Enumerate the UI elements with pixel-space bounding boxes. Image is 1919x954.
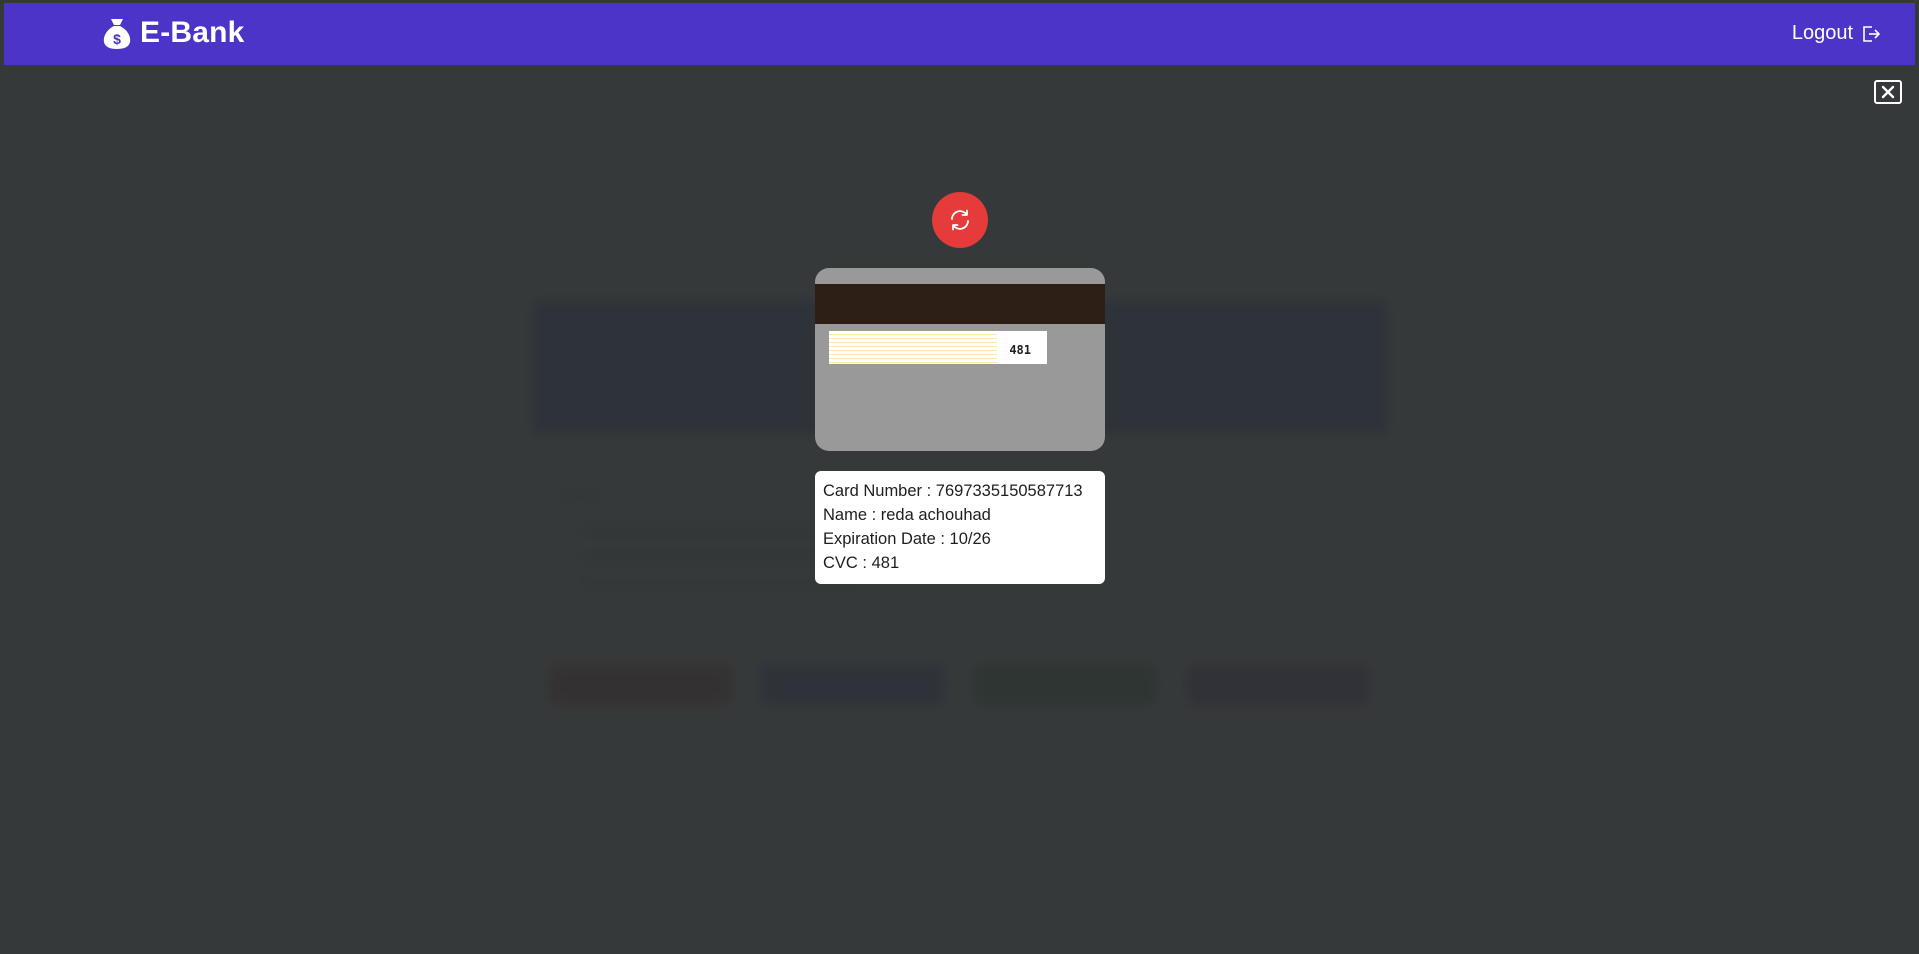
close-icon xyxy=(1881,85,1895,99)
money-bag-icon: $ xyxy=(103,19,131,49)
logout-button[interactable]: Logout xyxy=(1792,22,1881,45)
brand-logo[interactable]: $ E-Bank xyxy=(100,16,245,50)
close-modal-button[interactable] xyxy=(1874,80,1902,104)
signature-strip: 481 xyxy=(829,331,1047,364)
page: $ E-Bank Logout 481 Card Number: 769733… xyxy=(0,0,1919,954)
expiration-date-text: Expiration Date : 10/26 xyxy=(823,530,991,548)
card-details-box: Card Number : 7697335150587713 Name : re… xyxy=(815,471,1105,584)
logout-label: Logout xyxy=(1791,22,1853,44)
magnetic-stripe xyxy=(815,284,1105,324)
card-number-text: Card Number : 7697335150587713 xyxy=(823,482,1083,500)
brand-name: E-Bank xyxy=(140,16,245,49)
svg-text:$: $ xyxy=(113,31,121,47)
card-cvc-code: 481 xyxy=(1009,343,1031,357)
top-navbar: $ E-Bank Logout xyxy=(4,3,1915,65)
card-holder-name-text: Name : reda achouhad xyxy=(823,506,991,524)
flip-card-button[interactable] xyxy=(932,192,988,248)
credit-card-back: 481 xyxy=(815,268,1105,451)
sign-out-icon xyxy=(1863,25,1881,42)
refresh-icon xyxy=(951,209,969,231)
cvc-text: CVC : 481 xyxy=(823,554,900,572)
